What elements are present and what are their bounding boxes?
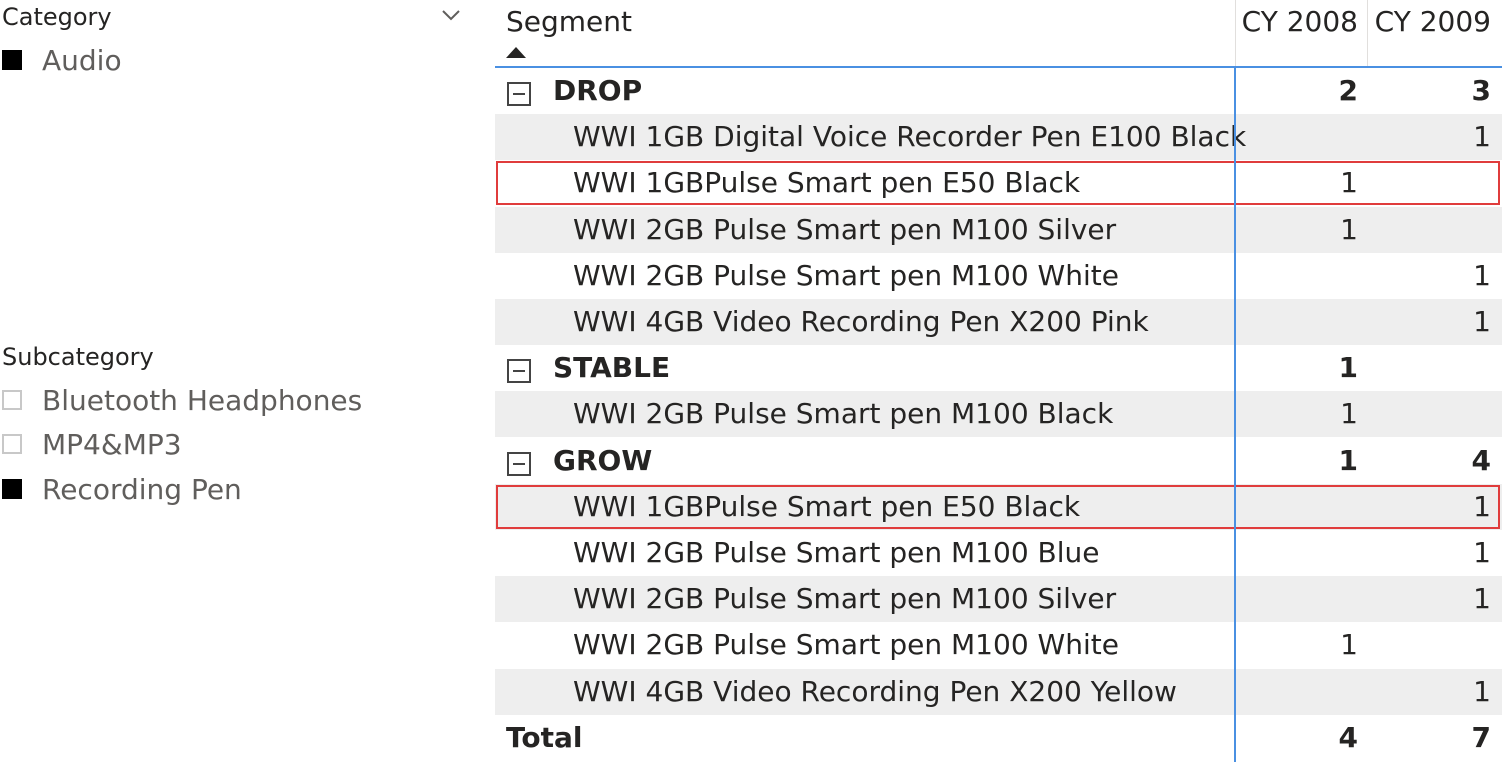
row-header-divider	[1234, 68, 1236, 762]
cell-cy2008: 1	[1340, 397, 1358, 431]
slicer-item-audio[interactable]: Audio	[0, 44, 460, 84]
table-row[interactable]: WWI 4GB Video Recording Pen X200 Yellow 1	[495, 668, 1502, 715]
cell-cy2009: 1	[1473, 582, 1491, 616]
cell-cy2008: 1	[1338, 443, 1358, 477]
column-header-cy2008[interactable]: CY 2008	[1235, 5, 1358, 38]
product-label: WWI 1GB Digital Voice Recorder Pen E100 …	[573, 120, 1247, 154]
slicer-item-mp4-mp3[interactable]: MP4&MP3	[0, 428, 460, 468]
table-row[interactable]: WWI 1GBPulse Smart pen E50 Black 1	[495, 483, 1502, 530]
collapse-minus-icon[interactable]	[507, 82, 531, 106]
table-row[interactable]: WWI 2GB Pulse Smart pen M100 White 1	[495, 622, 1502, 668]
group-label: DROP	[553, 74, 643, 107]
product-label: WWI 2GB Pulse Smart pen M100 White	[573, 628, 1119, 662]
slicer-item-recording-pen[interactable]: Recording Pen	[0, 473, 460, 513]
group-row[interactable]: DROP 2 3	[495, 68, 1502, 114]
product-label: WWI 2GB Pulse Smart pen M100 Black	[573, 397, 1114, 431]
category-slicer: Category Audio	[0, 0, 470, 77]
category-slicer-header: Category	[0, 0, 470, 36]
total-cy2009: 7	[1471, 720, 1491, 754]
category-slicer-title: Category	[2, 3, 112, 31]
product-label: WWI 2GB Pulse Smart pen M100 Silver	[573, 212, 1117, 246]
segment-matrix: Segment CY 2008 CY 2009 DROP 2 3 WWI 1GB Di…	[495, 0, 1502, 762]
product-label: WWI 2GB Pulse Smart pen M100 White	[573, 258, 1119, 292]
table-row[interactable]: WWI 2GB Pulse Smart pen M100 Black 1	[495, 391, 1502, 438]
group-label: GROW	[553, 443, 653, 477]
cell-cy2009: 1	[1473, 120, 1491, 154]
table-row[interactable]: WWI 4GB Video Recording Pen X200 Pink 1	[495, 299, 1502, 345]
slicer-item-label: Audio	[42, 44, 122, 77]
cell-cy2009: 3	[1471, 74, 1491, 107]
checkbox-icon[interactable]	[2, 434, 22, 454]
cell-cy2009: 1	[1473, 489, 1491, 523]
table-row[interactable]: WWI 1GB Digital Voice Recorder Pen E100 …	[495, 114, 1502, 161]
table-row[interactable]: WWI 2GB Pulse Smart pen M100 White 1	[495, 253, 1502, 299]
cell-cy2008: 2	[1338, 74, 1358, 107]
chevron-down-icon[interactable]	[440, 7, 462, 23]
cell-cy2009: 1	[1473, 305, 1491, 338]
product-label: WWI 2GB Pulse Smart pen M100 Silver	[573, 582, 1117, 616]
cell-cy2009: 1	[1473, 674, 1491, 708]
product-label: WWI 4GB Video Recording Pen X200 Yellow	[573, 674, 1177, 708]
cell-cy2008: 1	[1340, 628, 1358, 662]
slicer-item-bluetooth-headphones[interactable]: Bluetooth Headphones	[0, 384, 460, 424]
product-label: WWI 2GB Pulse Smart pen M100 Blue	[573, 536, 1100, 569]
slicer-item-label: Recording Pen	[42, 473, 242, 506]
sort-ascending-icon	[506, 47, 526, 58]
column-header-cy2009[interactable]: CY 2009	[1367, 5, 1491, 38]
subcategory-slicer-title: Subcategory	[2, 343, 154, 371]
total-label: Total	[506, 720, 583, 754]
table-row[interactable]: WWI 2GB Pulse Smart pen M100 Silver 1	[495, 206, 1502, 253]
cell-cy2009: 1	[1473, 536, 1491, 569]
cell-cy2008: 1	[1338, 351, 1358, 385]
cell-cy2009: 4	[1471, 443, 1491, 477]
group-row[interactable]: GROW 1 4	[495, 438, 1502, 484]
cell-cy2008: 1	[1340, 166, 1358, 200]
column-header-segment[interactable]: Segment	[506, 5, 632, 38]
total-cy2008: 4	[1338, 720, 1358, 754]
checkbox-icon[interactable]	[2, 479, 22, 499]
total-row: Total 4 7	[495, 715, 1502, 761]
slicer-item-label: MP4&MP3	[42, 428, 182, 461]
group-row[interactable]: STABLE 1	[495, 345, 1502, 391]
table-row[interactable]: WWI 2GB Pulse Smart pen M100 Blue 1	[495, 530, 1502, 576]
checkbox-icon[interactable]	[2, 390, 22, 410]
product-label: WWI 1GBPulse Smart pen E50 Black	[573, 166, 1081, 200]
cell-cy2009: 1	[1473, 258, 1491, 292]
table-row[interactable]: WWI 1GBPulse Smart pen E50 Black 1	[495, 160, 1502, 206]
cell-cy2008: 1	[1340, 212, 1358, 246]
checkbox-icon[interactable]	[2, 50, 22, 70]
collapse-minus-icon[interactable]	[507, 359, 531, 384]
subcategory-slicer: Subcategory Bluetooth Headphones MP4&MP3…	[0, 340, 470, 506]
subcategory-slicer-header: Subcategory	[0, 340, 470, 376]
matrix-header: Segment CY 2008 CY 2009	[495, 0, 1502, 68]
group-label: STABLE	[553, 351, 671, 385]
product-label: WWI 1GBPulse Smart pen E50 Black	[573, 489, 1081, 523]
collapse-minus-icon[interactable]	[507, 451, 531, 476]
table-row[interactable]: WWI 2GB Pulse Smart pen M100 Silver 1	[495, 576, 1502, 623]
slicer-item-label: Bluetooth Headphones	[42, 384, 363, 417]
product-label: WWI 4GB Video Recording Pen X200 Pink	[573, 305, 1149, 338]
